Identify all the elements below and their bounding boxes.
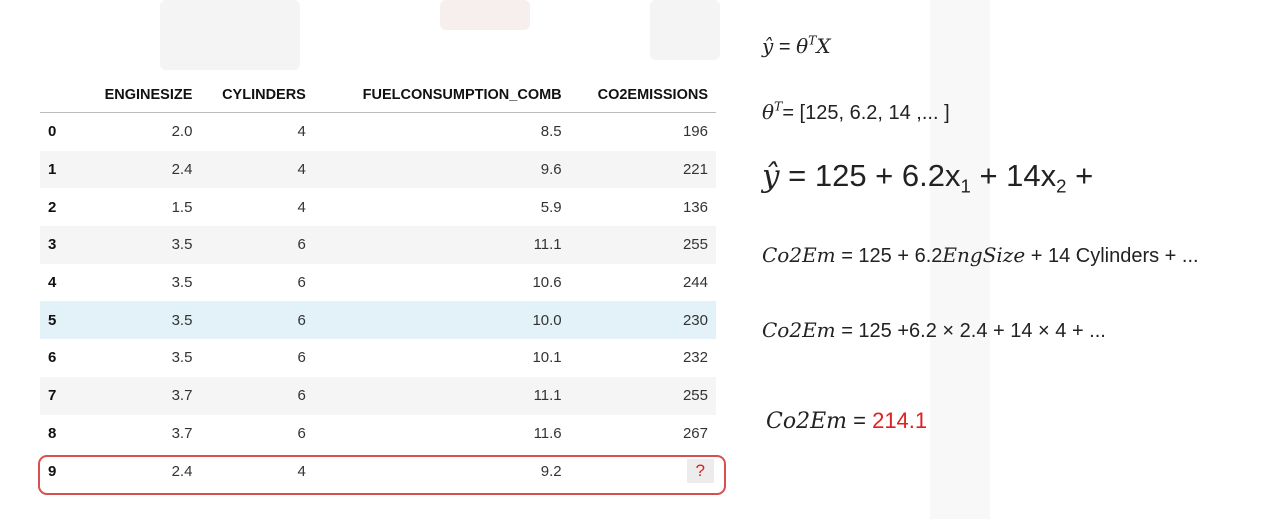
subscript-1: 1 xyxy=(960,175,971,197)
row-index: 1 xyxy=(40,150,82,189)
cell-enginesize: 3.5 xyxy=(171,274,193,292)
cell-cylinders: 6 xyxy=(297,274,306,292)
table-row: 4 3.5 6 10.6 244 xyxy=(40,264,716,302)
co2em-label: Co2Em xyxy=(762,318,836,342)
table-row: 6 3.5 6 10.1 232 xyxy=(40,339,716,377)
co2em-coefficients: = 125 + 6.2 xyxy=(835,245,943,267)
cell-enginesize: 1.5 xyxy=(171,198,193,216)
table-row: 8 3.7 6 11.6 267 xyxy=(40,415,716,453)
unknown-value-marker: ? xyxy=(686,459,714,484)
cell-enginesize: 3.7 xyxy=(171,424,193,442)
column-header-fuelconsumption: FUELCONSUMPTION_COMB xyxy=(313,78,570,113)
equation-linear-expansion: ŷ = 125 + 6.2x1 + 14x2 + xyxy=(762,158,1094,197)
cell-fuel: 11.6 xyxy=(533,424,562,442)
column-header-cylinders: CYLINDERS xyxy=(200,78,314,113)
cell-co2: 196 xyxy=(682,123,708,141)
cell-enginesize: 2.4 xyxy=(82,150,201,189)
cell-fuel: 11.1 xyxy=(313,226,570,264)
expansion-part-c: + xyxy=(1066,158,1094,193)
cell-cylinders: 6 xyxy=(200,301,314,340)
yhat-symbol: ŷ xyxy=(762,158,780,194)
table-row: 2 1.5 4 5.9 136 xyxy=(40,188,716,226)
table-row: 0 2.0 4 8.5 196 xyxy=(40,113,716,151)
equation-co2em-result: Co2Em = 214.1 xyxy=(766,408,927,434)
table-row: 3 3.5 6 11.1 255 xyxy=(40,226,716,264)
yhat-symbol: ŷ xyxy=(762,34,774,58)
cell-enginesize: 3.5 xyxy=(82,226,201,264)
equals-sign: = xyxy=(773,36,797,58)
table-header-row: ENGINESIZE CYLINDERS FUELCONSUMPTION_COM… xyxy=(40,78,716,113)
cell-cylinders: 4 xyxy=(200,150,314,189)
cell-cylinders: 4 xyxy=(297,123,306,141)
theta-values-text: = [125, 6.2, 14 ,... ] xyxy=(782,102,950,124)
co2em-substitution: = 125 +6.2 × 2.4 + 14 × 4 + ... xyxy=(835,320,1106,342)
cell-co2: ? xyxy=(569,452,716,490)
subscript-2: 2 xyxy=(1056,175,1067,197)
cell-cylinders: 4 xyxy=(200,452,314,490)
column-header-enginesize: ENGINESIZE xyxy=(82,78,201,113)
theta-symbol: θ xyxy=(762,100,775,124)
cell-cylinders: 6 xyxy=(200,226,314,264)
cell-fuel: 5.9 xyxy=(540,198,562,216)
cell-enginesize: 2.0 xyxy=(171,123,193,141)
background-shape xyxy=(160,0,300,70)
row-index: 6 xyxy=(48,349,57,367)
cell-fuel: 8.5 xyxy=(540,123,562,141)
row-index: 2 xyxy=(48,198,57,216)
cell-fuel: 10.0 xyxy=(313,301,570,340)
co2em-rest: + 14 Cylinders + ... xyxy=(1025,245,1199,267)
row-index: 8 xyxy=(48,424,57,442)
background-shape xyxy=(440,0,530,30)
cell-co2: 267 xyxy=(682,424,708,442)
cell-cylinders: 4 xyxy=(297,198,306,216)
table-row: 5 3.5 6 10.0 230 xyxy=(40,301,716,340)
cell-cylinders: 6 xyxy=(200,376,314,415)
table-row: 1 2.4 4 9.6 221 xyxy=(40,150,716,189)
cell-co2: 230 xyxy=(569,301,716,340)
equation-prediction-vector: ŷ = θTX xyxy=(762,34,831,59)
cell-co2: 244 xyxy=(682,274,708,292)
cell-co2: 232 xyxy=(682,349,708,367)
row-index: 3 xyxy=(40,226,82,264)
equation-theta-values: θT= [125, 6.2, 14 ,... ] xyxy=(762,100,950,125)
cell-fuel: 10.1 xyxy=(532,349,562,367)
expansion-part-a: = 125 + 6.2x xyxy=(779,158,961,193)
data-table: ENGINESIZE CYLINDERS FUELCONSUMPTION_COM… xyxy=(40,78,716,490)
cell-enginesize: 3.5 xyxy=(171,349,193,367)
expansion-part-b: + 14x xyxy=(970,158,1057,193)
row-index: 9 xyxy=(40,452,82,490)
table-row: 7 3.7 6 11.1 255 xyxy=(40,376,716,415)
row-index: 4 xyxy=(48,274,57,292)
row-index: 7 xyxy=(40,376,82,415)
x-matrix-symbol: X xyxy=(816,34,831,58)
cell-cylinders: 6 xyxy=(297,424,306,442)
cell-enginesize: 2.4 xyxy=(82,452,201,490)
row-index: 5 xyxy=(40,301,82,340)
cell-fuel: 9.6 xyxy=(313,150,570,189)
co2em-label: Co2Em xyxy=(762,243,836,267)
cell-co2: 255 xyxy=(569,376,716,415)
cell-fuel: 10.6 xyxy=(532,274,562,292)
table-row: 9 2.4 4 9.2? xyxy=(40,452,716,490)
column-header-co2emissions: CO2EMISSIONS xyxy=(569,78,716,113)
result-value: 214.1 xyxy=(872,408,928,433)
row-index: 0 xyxy=(48,123,57,141)
equals-sign: = xyxy=(847,408,873,433)
cell-cylinders: 6 xyxy=(297,349,306,367)
equation-co2em-substituted: Co2Em = 125 +6.2 × 2.4 + 14 × 4 + ... xyxy=(762,318,1106,343)
cell-enginesize: 3.7 xyxy=(82,376,201,415)
equation-co2em-named: Co2Em = 125 + 6.2EngSize + 14 Cylinders … xyxy=(762,243,1199,268)
theta-symbol: θ xyxy=(796,34,809,58)
cell-co2: 255 xyxy=(569,226,716,264)
cell-fuel: 9.2 xyxy=(313,452,570,490)
engsize-variable: EngSize xyxy=(942,243,1026,267)
cell-co2: 221 xyxy=(569,150,716,189)
cell-enginesize: 3.5 xyxy=(82,301,201,340)
co2em-label: Co2Em xyxy=(766,409,847,434)
table-body: 0 2.0 4 8.5 196 1 2.4 4 9.6 221 2 1.5 4 5.9 136 3 3.5 6 11… xyxy=(40,113,716,490)
background-shape xyxy=(650,0,720,60)
column-header-index xyxy=(40,78,82,113)
cell-fuel: 11.1 xyxy=(313,376,570,415)
cell-co2: 136 xyxy=(682,198,708,216)
